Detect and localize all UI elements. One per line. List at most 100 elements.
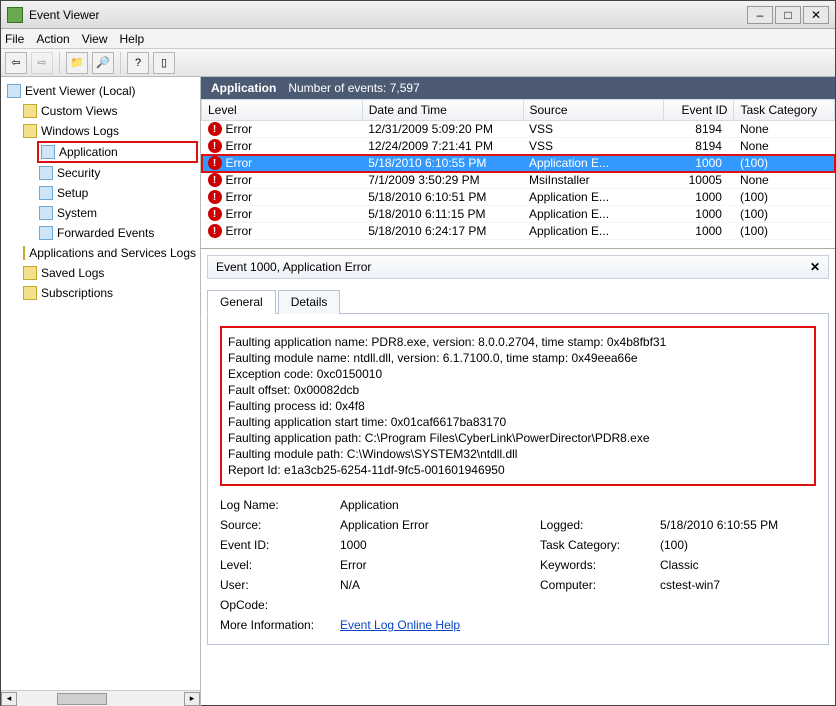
menubar: File Action View Help xyxy=(1,29,835,49)
app-icon xyxy=(7,7,23,23)
tree-setup[interactable]: Setup xyxy=(37,183,198,203)
row-source: Application E... xyxy=(523,223,664,240)
tree-app-services[interactable]: Applications and Services Logs xyxy=(21,243,198,263)
error-icon: ! xyxy=(208,173,222,187)
row-eventid: 8194 xyxy=(664,138,734,155)
row-level: Error xyxy=(226,139,253,153)
tree-root[interactable]: Event Viewer (Local) xyxy=(5,81,198,101)
error-icon: ! xyxy=(208,207,222,221)
row-source: Application E... xyxy=(523,206,664,223)
table-row[interactable]: !Error12/31/2009 5:09:20 PMVSS8194None xyxy=(202,121,835,138)
tab-general[interactable]: General xyxy=(207,290,276,314)
detail-close-button[interactable]: ✕ xyxy=(810,260,820,274)
row-level: Error xyxy=(226,173,253,187)
moreinfo-link[interactable]: Event Log Online Help xyxy=(340,618,460,632)
detail-title: Event 1000, Application Error xyxy=(216,260,371,274)
logged-label: Logged: xyxy=(540,518,660,532)
menu-action[interactable]: Action xyxy=(36,32,69,46)
table-row[interactable]: !Error5/18/2010 6:24:17 PMApplication E.… xyxy=(202,223,835,240)
folder-icon xyxy=(23,246,25,260)
tab-details[interactable]: Details xyxy=(278,290,341,314)
row-cat: (100) xyxy=(734,206,835,223)
row-date: 5/18/2010 6:10:51 PM xyxy=(362,189,523,206)
tree-windows-logs[interactable]: Windows Logs xyxy=(21,121,198,141)
log-icon xyxy=(39,206,53,220)
maximize-button[interactable]: □ xyxy=(775,6,801,24)
level-label: Level: xyxy=(220,558,340,572)
row-cat: None xyxy=(734,172,835,189)
event-grid[interactable]: Level Date and Time Source Event ID Task… xyxy=(201,99,835,249)
detail-props: Log Name: Application Source: Applicatio… xyxy=(220,498,816,632)
row-date: 5/18/2010 6:24:17 PM xyxy=(362,223,523,240)
log-icon xyxy=(41,145,55,159)
scroll-right-icon[interactable]: ▸ xyxy=(184,692,200,706)
folder-icon xyxy=(23,124,37,138)
table-row[interactable]: !Error5/18/2010 6:10:51 PMApplication E.… xyxy=(202,189,835,206)
eventviewer-icon xyxy=(7,84,21,98)
toolbar-btn-2[interactable]: 🔎 xyxy=(92,52,114,74)
breadcrumb-count: Number of events: 7,597 xyxy=(288,81,419,95)
detail-pane: Event 1000, Application Error ✕ General … xyxy=(201,249,835,706)
folder-icon xyxy=(23,266,37,280)
row-level: Error xyxy=(226,156,253,170)
keywords-value: Classic xyxy=(660,558,835,572)
row-eventid: 1000 xyxy=(664,155,734,172)
taskcat-label: Task Category: xyxy=(540,538,660,552)
table-row[interactable]: !Error7/1/2009 3:50:29 PMMsiInstaller100… xyxy=(202,172,835,189)
tree-hscrollbar[interactable]: ◂ ▸ xyxy=(1,690,200,706)
col-source[interactable]: Source xyxy=(523,100,664,121)
table-row[interactable]: !Error5/18/2010 6:10:55 PMApplication E.… xyxy=(202,155,835,172)
error-icon: ! xyxy=(208,122,222,136)
source-value: Application Error xyxy=(340,518,540,532)
row-source: VSS xyxy=(523,138,664,155)
toolbar: ⇦ ⇨ 📁 🔎 ? ▯ xyxy=(1,49,835,77)
scroll-thumb[interactable] xyxy=(57,693,107,705)
toolbar-btn-3[interactable]: ? xyxy=(127,52,149,74)
scroll-left-icon[interactable]: ◂ xyxy=(1,692,17,706)
row-cat: (100) xyxy=(734,223,835,240)
row-level: Error xyxy=(226,224,253,238)
table-row[interactable]: ! Error 12/24/2009 7:21:41 PMVSS8194None xyxy=(202,138,835,155)
toolbar-btn-1[interactable]: 📁 xyxy=(66,52,88,74)
toolbar-btn-4[interactable]: ▯ xyxy=(153,52,175,74)
col-taskcat[interactable]: Task Category xyxy=(734,100,835,121)
tree-system[interactable]: System xyxy=(37,203,198,223)
user-value: N/A xyxy=(340,578,540,592)
error-icon: ! xyxy=(208,139,222,153)
tree-pane[interactable]: Event Viewer (Local) Custom Views Window… xyxy=(1,77,201,706)
menu-view[interactable]: View xyxy=(82,32,108,46)
menu-help[interactable]: Help xyxy=(120,32,145,46)
back-button[interactable]: ⇦ xyxy=(5,52,27,74)
tree-application[interactable]: Application xyxy=(37,141,198,163)
level-value: Error xyxy=(340,558,540,572)
source-label: Source: xyxy=(220,518,340,532)
tree-security[interactable]: Security xyxy=(37,163,198,183)
error-icon: ! xyxy=(208,190,222,204)
row-level: Error xyxy=(226,122,253,136)
col-level[interactable]: Level xyxy=(202,100,363,121)
tree-subscriptions[interactable]: Subscriptions xyxy=(21,283,198,303)
row-date: 12/24/2009 7:21:41 PM xyxy=(362,138,523,155)
row-source: Application E... xyxy=(523,155,664,172)
tree-custom-views[interactable]: Custom Views xyxy=(21,101,198,121)
row-eventid: 10005 xyxy=(664,172,734,189)
row-date: 5/18/2010 6:11:15 PM xyxy=(362,206,523,223)
log-icon xyxy=(39,226,53,240)
minimize-button[interactable]: – xyxy=(747,6,773,24)
log-icon xyxy=(39,166,53,180)
table-row[interactable]: !Error5/18/2010 6:11:15 PMApplication E.… xyxy=(202,206,835,223)
error-icon: ! xyxy=(208,156,222,170)
tree-forwarded[interactable]: Forwarded Events xyxy=(37,223,198,243)
tree-saved[interactable]: Saved Logs xyxy=(21,263,198,283)
breadcrumb-section: Application xyxy=(211,81,276,95)
col-eventid[interactable]: Event ID xyxy=(664,100,734,121)
menu-file[interactable]: File xyxy=(5,32,24,46)
forward-button[interactable]: ⇨ xyxy=(31,52,53,74)
logged-value: 5/18/2010 6:10:55 PM xyxy=(660,518,835,532)
row-cat: None xyxy=(734,138,835,155)
close-button[interactable]: ✕ xyxy=(803,6,829,24)
col-date[interactable]: Date and Time xyxy=(362,100,523,121)
row-source: MsiInstaller xyxy=(523,172,664,189)
row-eventid: 8194 xyxy=(664,121,734,138)
titlebar: Event Viewer – □ ✕ xyxy=(1,1,835,29)
